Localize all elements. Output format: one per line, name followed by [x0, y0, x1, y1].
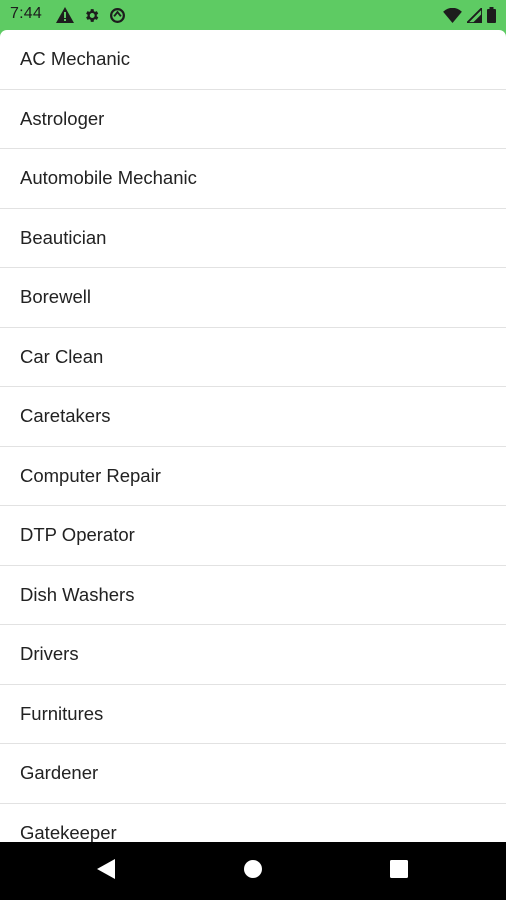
back-button[interactable] [76, 842, 136, 900]
warning-icon [56, 7, 74, 23]
list-item[interactable]: Drivers [0, 625, 506, 685]
data-saver-icon [109, 7, 126, 24]
list-item[interactable]: Gatekeeper [0, 804, 506, 842]
list-item[interactable]: Car Clean [0, 328, 506, 387]
status-time: 7:44 [10, 5, 42, 22]
status-bar: 7:44 [0, 0, 506, 30]
wifi-icon [443, 7, 462, 23]
gear-icon [83, 7, 100, 24]
list-item[interactable]: Furnitures [0, 685, 506, 744]
home-icon [243, 859, 263, 884]
status-notification-icons [56, 6, 126, 24]
list-item[interactable]: Dish Washers [0, 566, 506, 625]
cell-signal-icon [467, 7, 482, 23]
battery-icon [487, 7, 496, 23]
list-item[interactable]: Beautician [0, 209, 506, 268]
recents-button[interactable] [369, 842, 429, 900]
list-item[interactable]: DTP Operator [0, 506, 506, 566]
list-item[interactable]: AC Mechanic [0, 30, 506, 90]
status-system-icons [443, 6, 496, 24]
navigation-bar [0, 842, 506, 900]
list-item[interactable]: Gardener [0, 744, 506, 804]
category-sheet: AC Mechanic Astrologer Automobile Mechan… [0, 30, 506, 842]
list-item[interactable]: Caretakers [0, 387, 506, 447]
list-item[interactable]: Borewell [0, 268, 506, 328]
list-item[interactable]: Automobile Mechanic [0, 149, 506, 209]
category-list: AC Mechanic Astrologer Automobile Mechan… [0, 30, 506, 842]
back-icon [97, 858, 115, 884]
list-item[interactable]: Astrologer [0, 90, 506, 149]
recents-icon [390, 859, 408, 883]
list-item[interactable]: Computer Repair [0, 447, 506, 506]
home-button[interactable] [223, 842, 283, 900]
